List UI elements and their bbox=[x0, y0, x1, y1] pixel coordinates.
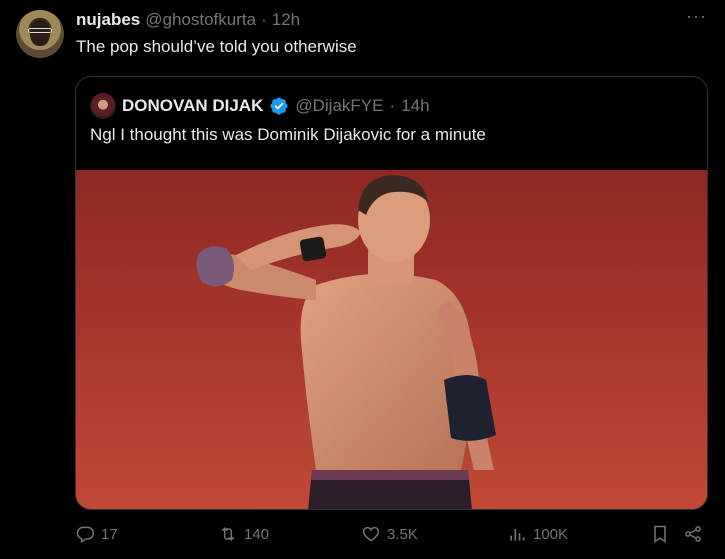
quoted-avatar[interactable] bbox=[90, 93, 116, 119]
quoted-text: Ngl I thought this was Dominik Dijakovic… bbox=[90, 125, 486, 144]
tweet-header: nujabes @ghostofkurta · 12h bbox=[76, 10, 300, 30]
like-button[interactable]: 3.5K bbox=[361, 524, 418, 544]
bookmark-button[interactable] bbox=[650, 524, 670, 544]
retweet-icon bbox=[221, 527, 235, 541]
wrestler-photo-illustration bbox=[76, 170, 707, 509]
quoted-header: DONOVAN DIJAK @DijakFYE · 14h bbox=[90, 93, 430, 119]
handle[interactable]: @ghostofkurta bbox=[145, 10, 256, 30]
reply-icon bbox=[76, 526, 95, 543]
reply-button[interactable]: 17 bbox=[75, 524, 118, 544]
share-icon bbox=[685, 526, 701, 542]
retweet-count: 140 bbox=[244, 525, 270, 543]
tweet-text: The pop should’ve told you otherwise bbox=[76, 37, 357, 56]
quoted-display-name[interactable]: DONOVAN DIJAK bbox=[122, 96, 263, 116]
like-icon bbox=[362, 526, 380, 542]
quoted-separator: · bbox=[389, 96, 396, 115]
display-name[interactable]: nujabes bbox=[76, 10, 140, 30]
share-button[interactable] bbox=[683, 524, 703, 544]
action-bar: 17 140 3.5K 100K bbox=[75, 524, 710, 550]
more-options-icon[interactable]: ··· bbox=[686, 6, 707, 27]
like-count: 3.5K bbox=[387, 525, 418, 543]
quoted-handle[interactable]: @DijakFYE bbox=[295, 96, 383, 116]
reply-count: 17 bbox=[101, 525, 118, 543]
avatar[interactable] bbox=[16, 10, 64, 58]
bookmark-icon bbox=[654, 525, 666, 543]
views-button[interactable]: 100K bbox=[507, 524, 568, 544]
verified-badge-icon bbox=[270, 97, 288, 115]
views-icon bbox=[510, 529, 525, 541]
quoted-tweet[interactable]: DONOVAN DIJAK @DijakFYE · 14h Ngl I thou… bbox=[75, 76, 708, 510]
retweet-button[interactable]: 140 bbox=[218, 524, 269, 544]
quoted-timestamp[interactable]: 14h bbox=[401, 96, 429, 116]
wrestler-image[interactable] bbox=[76, 170, 707, 509]
timestamp[interactable]: 12h bbox=[272, 10, 300, 30]
views-count: 100K bbox=[533, 525, 569, 543]
separator: · bbox=[261, 10, 267, 29]
